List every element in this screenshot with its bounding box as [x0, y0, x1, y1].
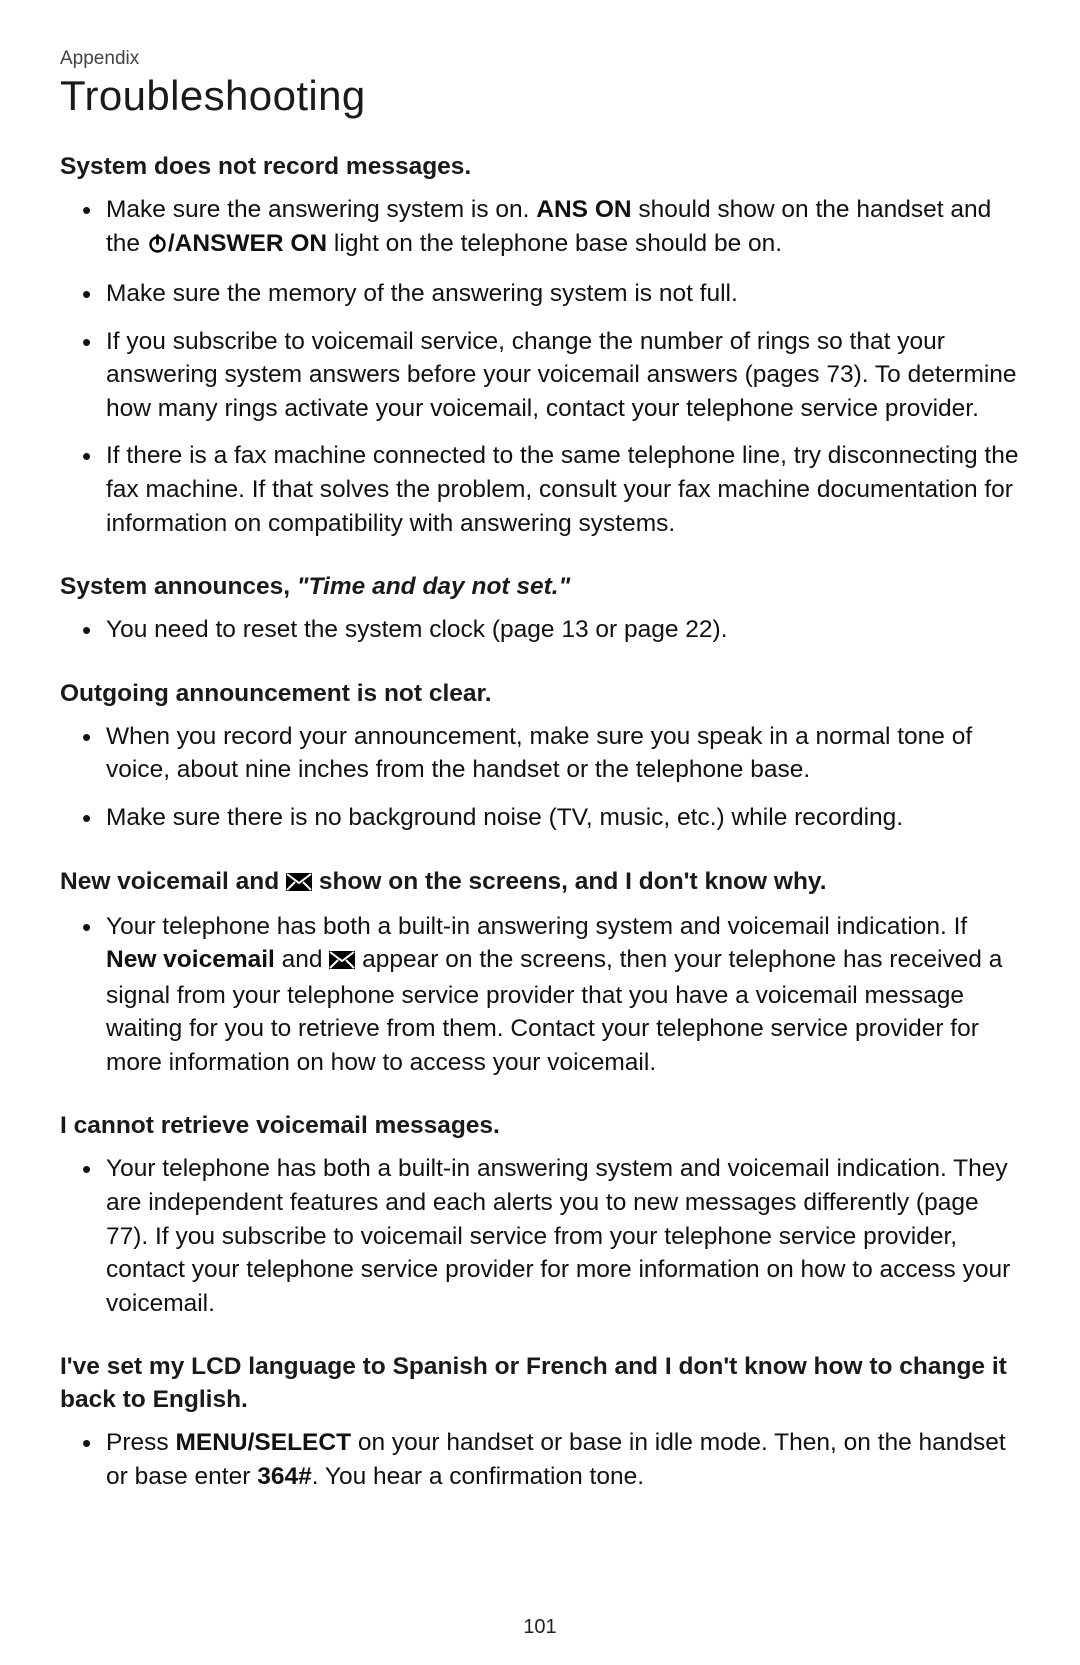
- body-text: Make sure the answering system is on.: [106, 196, 536, 223]
- bullet-list: You need to reset the system clock (page…: [60, 613, 1020, 647]
- heading-text: show on the screens, and I don't know wh…: [312, 868, 827, 895]
- body-text: and: [275, 946, 330, 973]
- envelope-icon: [329, 945, 355, 979]
- bullet-list: Your telephone has both a built-in answe…: [60, 910, 1020, 1080]
- appendix-label: Appendix: [60, 48, 1020, 70]
- heading-text: I've set my LCD language to Spanish or F…: [60, 1353, 1007, 1413]
- list-item: When you record your announcement, make …: [106, 720, 1020, 787]
- issue-heading: System announces, "Time and day not set.…: [60, 570, 1020, 603]
- heading-italic: "Time and day not set.": [297, 573, 570, 600]
- envelope-icon: [286, 867, 312, 900]
- bullet-list: Make sure the answering system is on. AN…: [60, 193, 1020, 540]
- list-item: If there is a fax machine connected to t…: [106, 439, 1020, 540]
- power-icon: [147, 230, 168, 264]
- bullet-list: Press MENU/SELECT on your handset or bas…: [60, 1426, 1020, 1493]
- bold-text: /ANSWER ON: [147, 230, 327, 257]
- bold-text: /SELECT: [248, 1429, 351, 1456]
- bullet-list: When you record your announcement, make …: [60, 720, 1020, 835]
- body-text: Your telephone has both a built-in answe…: [106, 913, 967, 940]
- heading-text: System announces,: [60, 573, 297, 600]
- heading-text: New voicemail and: [60, 868, 286, 895]
- body-text: light on the telephone base should be on…: [327, 230, 782, 257]
- list-item: You need to reset the system clock (page…: [106, 613, 1020, 647]
- bold-text: ANS ON: [536, 196, 631, 223]
- bold-text: 364#: [257, 1463, 312, 1490]
- issue-heading: New voicemail and show on the screens, a…: [60, 865, 1020, 900]
- body-text: Press: [106, 1429, 175, 1456]
- bold-text: New voicemail: [106, 946, 275, 973]
- issue-heading: I cannot retrieve voicemail messages.: [60, 1109, 1020, 1142]
- issue-heading: System does not record messages.: [60, 150, 1020, 183]
- heading-text: Outgoing announcement is not clear.: [60, 680, 492, 707]
- list-item: Make sure there is no background noise (…: [106, 801, 1020, 835]
- heading-text: I cannot retrieve voicemail messages.: [60, 1112, 500, 1139]
- smallcaps-text: MENU: [175, 1429, 247, 1456]
- heading-text: System does not record messages.: [60, 153, 471, 180]
- list-item: Make sure the memory of the answering sy…: [106, 277, 1020, 311]
- section-title: Troubleshooting: [60, 72, 1020, 120]
- list-item: Make sure the answering system is on. AN…: [106, 193, 1020, 263]
- list-item: Your telephone has both a built-in answe…: [106, 1152, 1020, 1320]
- body-text: . You hear a confirmation tone.: [312, 1463, 644, 1490]
- issue-heading: Outgoing announcement is not clear.: [60, 677, 1020, 710]
- issue-heading: I've set my LCD language to Spanish or F…: [60, 1350, 1020, 1416]
- manual-page: Appendix Troubleshooting System does not…: [0, 0, 1080, 1665]
- bullet-list: Your telephone has both a built-in answe…: [60, 1152, 1020, 1320]
- list-item: Your telephone has both a built-in answe…: [106, 910, 1020, 1080]
- list-item: Press MENU/SELECT on your handset or bas…: [106, 1426, 1020, 1493]
- bold-text: /ANSWER ON: [168, 230, 327, 257]
- page-number: 101: [0, 1616, 1080, 1639]
- list-item: If you subscribe to voicemail service, c…: [106, 325, 1020, 426]
